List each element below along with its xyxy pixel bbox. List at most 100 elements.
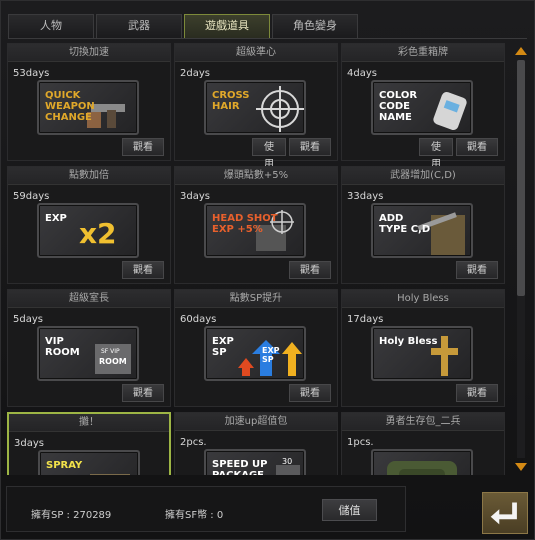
item-title: 點數加倍 xyxy=(8,167,170,185)
item-banner[interactable]: HEAD SHOT EXP +5% xyxy=(204,203,306,258)
view-button[interactable]: 觀看 xyxy=(122,384,164,402)
item-title: 爆頭點數+5% xyxy=(175,167,337,185)
item-card[interactable]: 武器增加(C,D) 33days ADD TYPE C,D 觀看 xyxy=(341,166,505,284)
item-actions: 觀看 xyxy=(122,138,164,156)
item-card[interactable]: 超級室長 5days VIP ROOM SF VIP ROOM 觀看 xyxy=(7,289,171,407)
item-card[interactable]: 勇者生存包_二兵 1pcs. xyxy=(341,412,505,475)
item-card[interactable]: 超級準心 2days CROSS HAIR 使用 觀看 xyxy=(174,43,338,170)
item-card[interactable]: 點數加倍 59days EXP x2 觀看 xyxy=(7,166,171,284)
sf-vip-label: SF VIP xyxy=(101,348,120,355)
item-duration: 5days xyxy=(13,314,43,325)
deposit-button[interactable]: 儲值 xyxy=(322,499,377,521)
item-actions: 觀看 xyxy=(456,261,498,279)
item-banner-text: Holy Bless xyxy=(379,336,438,347)
tab-character[interactable]: 人物 xyxy=(8,14,94,38)
package-30-label: 30 xyxy=(282,457,293,466)
item-duration: 59days xyxy=(13,191,50,202)
item-banner[interactable]: CROSS HAIR xyxy=(204,80,306,135)
item-banner-text: SPEED UP PACKAGE xyxy=(212,459,268,475)
item-duration: 4days xyxy=(347,68,377,79)
item-title: Holy Bless xyxy=(342,290,504,308)
item-banner-text: VIP ROOM xyxy=(45,336,80,358)
item-banner-text: CROSS HAIR xyxy=(212,90,250,112)
item-title: 超級室長 xyxy=(8,290,170,308)
item-title: 勇者生存包_二兵 xyxy=(342,413,504,431)
item-banner-text: EXP SP xyxy=(212,336,234,358)
item-duration: 3days xyxy=(180,191,210,202)
item-duration: 60days xyxy=(180,314,217,325)
item-card[interactable]: 彩色重箱牌 4days COLOR CODE NAME 使用 觀看 xyxy=(341,43,505,170)
sp-balance: 擁有SP : 270289 xyxy=(31,510,112,521)
item-actions: 觀看 xyxy=(456,384,498,402)
item-card[interactable]: 攤！ 3days SPRAY xyxy=(7,412,171,475)
tab-weapons[interactable]: 武器 xyxy=(96,14,182,38)
view-button[interactable]: 觀看 xyxy=(122,261,164,279)
item-banner[interactable]: SPRAY xyxy=(38,450,140,475)
item-banner-text: EXP xyxy=(45,213,67,224)
survival-pack-icon xyxy=(387,461,457,475)
item-duration: 1pcs. xyxy=(347,437,374,448)
item-banner[interactable]: QUICK WEAPON CHANGE xyxy=(37,80,139,135)
item-banner[interactable]: EXP SP EXP SP xyxy=(204,326,306,381)
item-duration: 17days xyxy=(347,314,384,325)
item-banner-text: ADD TYPE C,D xyxy=(379,213,431,235)
item-banner[interactable] xyxy=(371,449,473,475)
item-actions: 使用 觀看 xyxy=(419,138,498,170)
item-card[interactable]: 爆頭點數+5% 3days HEAD SHOT EXP +5% 觀看 xyxy=(174,166,338,284)
tab-character-transform[interactable]: 角色變身 xyxy=(272,14,358,38)
view-button[interactable]: 觀看 xyxy=(456,384,498,402)
exp-sp-arrow-label: EXP SP xyxy=(262,346,280,364)
use-button[interactable]: 使用 xyxy=(419,138,453,170)
use-button[interactable]: 使用 xyxy=(252,138,286,170)
item-grid: 切換加速 53days QUICK WEAPON CHANGE 觀看 超級準心 2days… xyxy=(7,43,507,475)
item-duration: 33days xyxy=(347,191,384,202)
item-card[interactable]: 切換加速 53days QUICK WEAPON CHANGE 觀看 xyxy=(7,43,171,161)
room-label: ROOM xyxy=(99,357,127,366)
item-actions: 觀看 xyxy=(289,261,331,279)
item-duration: 53days xyxy=(13,68,50,79)
scrollbar-thumb[interactable] xyxy=(517,60,525,296)
item-duration: 3days xyxy=(14,438,44,449)
view-button[interactable]: 觀看 xyxy=(289,384,331,402)
item-card[interactable]: 點數SP提升 60days EXP SP EXP SP 觀看 xyxy=(174,289,338,407)
view-button[interactable]: 觀看 xyxy=(456,261,498,279)
item-actions: 使用 觀看 xyxy=(252,138,331,170)
item-card[interactable]: Holy Bless 17days Holy Bless 觀看 xyxy=(341,289,505,407)
return-arrow-icon[interactable] xyxy=(482,492,528,534)
view-button[interactable]: 觀看 xyxy=(289,261,331,279)
scroll-down-arrow-icon[interactable] xyxy=(514,462,528,472)
item-title: 點數SP提升 xyxy=(175,290,337,308)
item-banner-text: HEAD SHOT EXP +5% xyxy=(212,213,278,235)
item-title: 超級準心 xyxy=(175,44,337,62)
item-banner[interactable]: COLOR CODE NAME xyxy=(371,80,473,135)
tab-game-items[interactable]: 遊戲道具 xyxy=(184,14,270,38)
x2-label: x2 xyxy=(79,217,117,250)
item-title: 彩色重箱牌 xyxy=(342,44,504,62)
item-title: 攤！ xyxy=(9,414,169,432)
item-title: 武器增加(C,D) xyxy=(342,167,504,185)
item-duration: 2days xyxy=(180,68,210,79)
item-card[interactable]: 加速up超值包 2pcs. SPEED UP PACKAGE 30 xyxy=(174,412,338,475)
item-banner[interactable]: SPEED UP PACKAGE 30 xyxy=(204,449,306,475)
item-banner[interactable]: Holy Bless xyxy=(371,326,473,381)
item-actions: 觀看 xyxy=(122,384,164,402)
view-button[interactable]: 觀看 xyxy=(289,138,331,156)
view-button[interactable]: 觀看 xyxy=(456,138,498,156)
item-banner[interactable]: VIP ROOM SF VIP ROOM xyxy=(37,326,139,381)
item-banner-text: QUICK WEAPON CHANGE xyxy=(45,90,95,123)
category-tabs: 人物 武器 遊戲道具 角色變身 xyxy=(8,14,358,38)
item-duration: 2pcs. xyxy=(180,437,207,448)
item-banner-text: SPRAY xyxy=(46,460,83,471)
item-title: 加速up超值包 xyxy=(175,413,337,431)
tab-divider xyxy=(8,38,527,39)
item-grid-viewport: 切換加速 53days QUICK WEAPON CHANGE 觀看 超級準心 2days… xyxy=(7,43,507,475)
item-banner[interactable]: EXP x2 xyxy=(37,203,139,258)
item-banner[interactable]: ADD TYPE C,D xyxy=(371,203,473,258)
item-actions: 觀看 xyxy=(289,384,331,402)
sf-balance: 擁有SF幣 : 0 xyxy=(165,510,224,521)
item-banner-text: COLOR CODE NAME xyxy=(379,90,418,123)
item-actions: 觀看 xyxy=(122,261,164,279)
scroll-up-arrow-icon[interactable] xyxy=(514,46,528,56)
item-title: 切換加速 xyxy=(8,44,170,62)
view-button[interactable]: 觀看 xyxy=(122,138,164,156)
